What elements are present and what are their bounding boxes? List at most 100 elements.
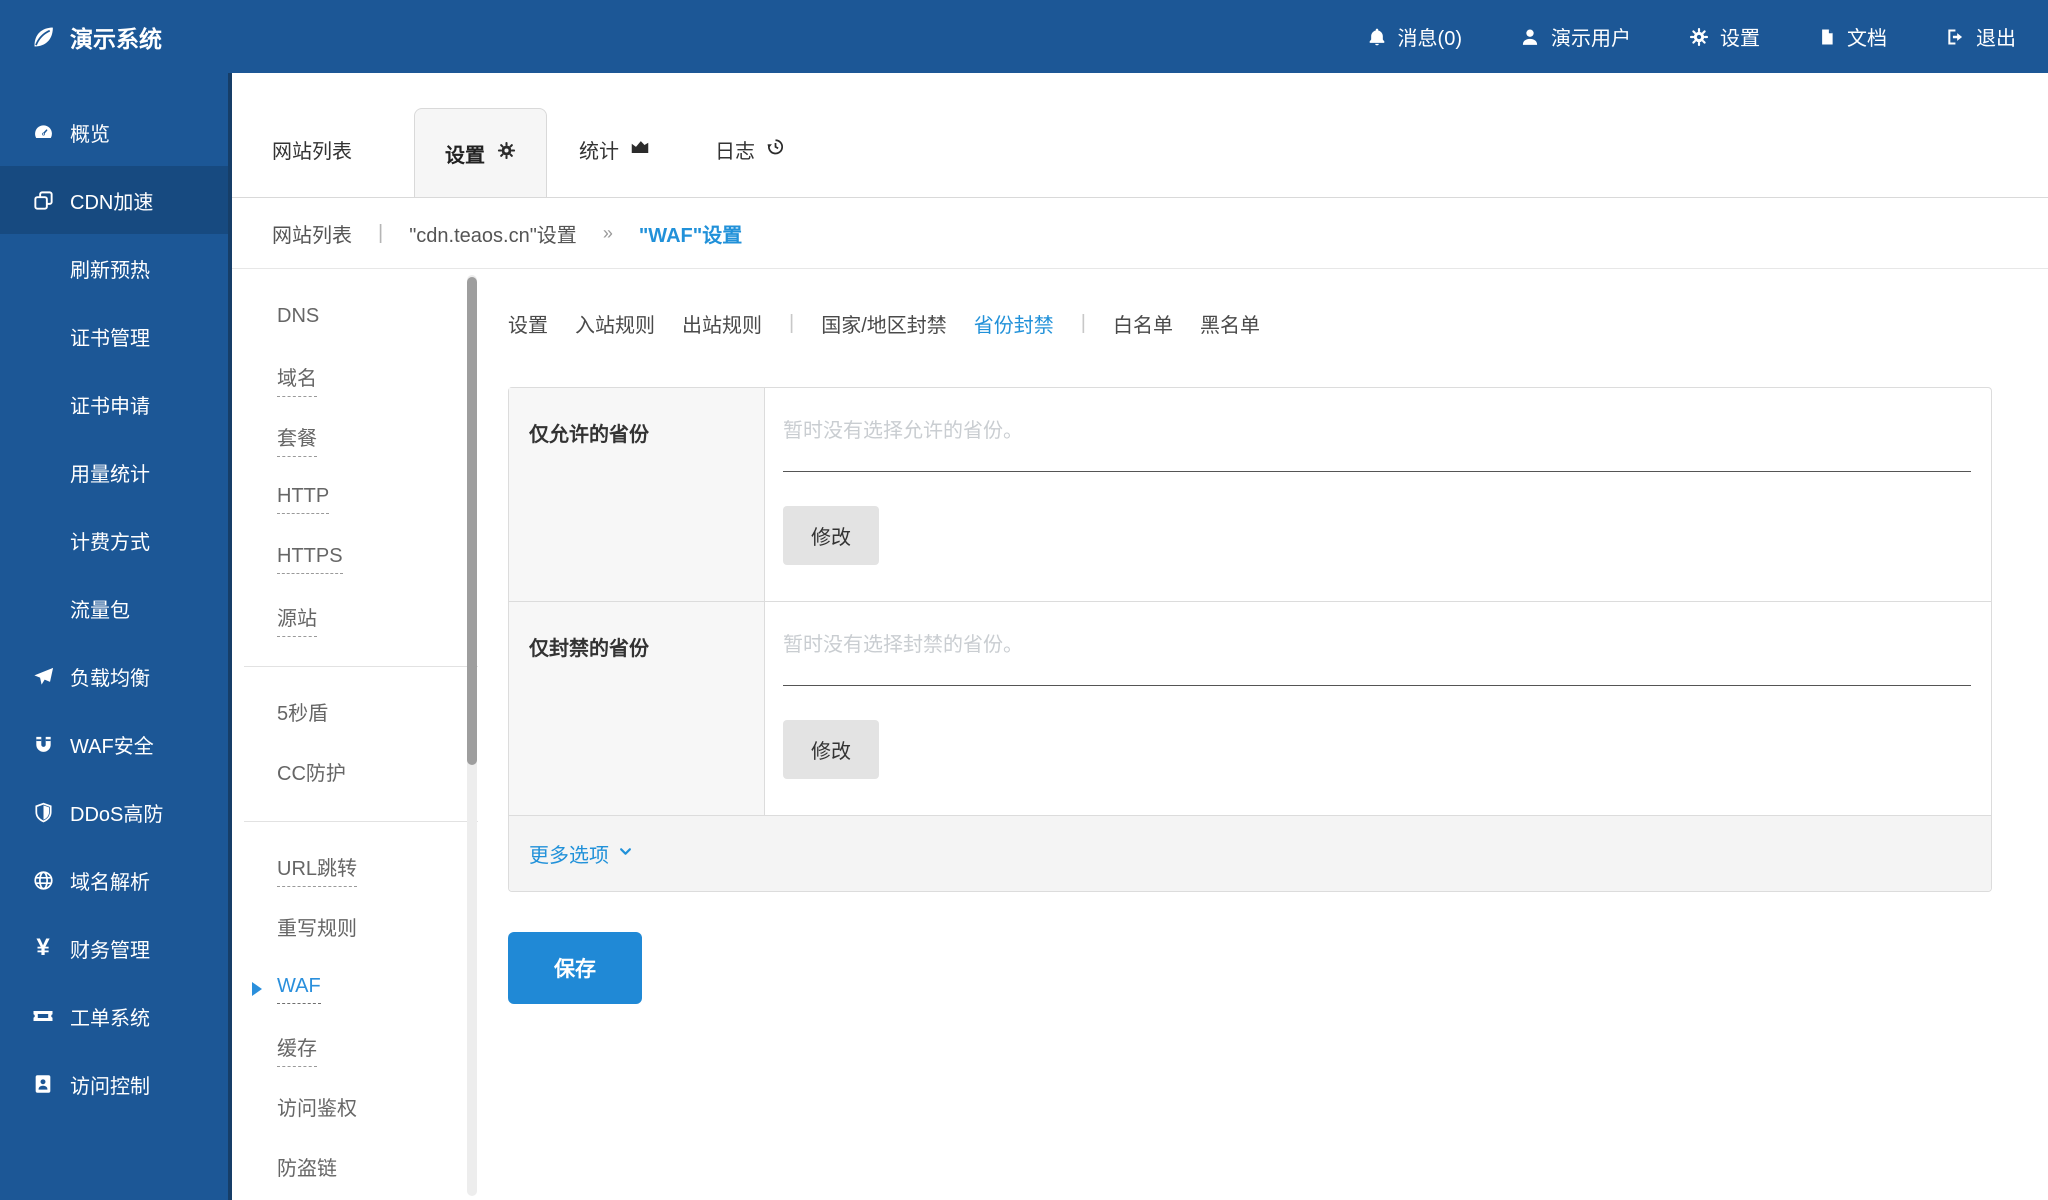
waf-tab-blacklist[interactable]: 黑名单 (1200, 309, 1260, 338)
waf-tabs-separator: | (1081, 312, 1086, 335)
topbar: 演示系统 消息(0) 演示用户 设置 (0, 0, 2048, 73)
breadcrumb-separator: » (603, 223, 613, 244)
bell-icon (1367, 27, 1387, 47)
docs-label: 文档 (1847, 22, 1887, 51)
sidebar-item-label: CDN加速 (70, 186, 153, 215)
tab-label: 统计 (579, 135, 619, 164)
sidebar-item-cert-apply[interactable]: 证书申请 (0, 370, 232, 438)
sidebar-item-finance[interactable]: ¥ 财务管理 (0, 914, 232, 982)
tab-settings[interactable]: 设置 (414, 108, 547, 197)
sidebar-item-waf-security[interactable]: WAF安全 (0, 710, 232, 778)
user-icon (1520, 27, 1540, 47)
dashboard-icon (30, 121, 56, 144)
yen-icon: ¥ (30, 934, 56, 962)
sidebar-item-label: 流量包 (70, 594, 130, 623)
ticket-icon (30, 1004, 56, 1028)
app-root: 演示系统 消息(0) 演示用户 设置 (0, 0, 2048, 1200)
sidebar-item-label: 域名解析 (70, 866, 150, 895)
sidebar-item-label: DDoS高防 (70, 798, 163, 827)
sidebar-item-dns-resolve[interactable]: 域名解析 (0, 846, 232, 914)
sidebar-item-billing[interactable]: 计费方式 (0, 506, 232, 574)
messages-button[interactable]: 消息(0) (1367, 22, 1462, 51)
waf-tab-inbound-rules[interactable]: 入站规则 (575, 309, 655, 338)
blocked-provinces-value: 暂时没有选择封禁的省份。 (783, 628, 1971, 686)
sidebar-item-cdn[interactable]: CDN加速 (0, 166, 232, 234)
waf-tab-settings[interactable]: 设置 (508, 309, 548, 338)
sidebar-item-load-balance[interactable]: 负载均衡 (0, 642, 232, 710)
sidebar-item-label: 工单系统 (70, 1002, 150, 1031)
more-options-label: 更多选项 (529, 839, 609, 868)
breadcrumb-site-list[interactable]: 网站列表 (272, 219, 352, 248)
paper-plane-icon (30, 665, 56, 688)
breadcrumb-waf-settings[interactable]: "WAF"设置 (639, 219, 742, 248)
settings-nav-scrollbar[interactable] (467, 275, 477, 1196)
settings-button[interactable]: 设置 (1689, 22, 1760, 51)
sidebar-item-overview[interactable]: 概览 (0, 98, 232, 166)
sidebar-item-refresh-prewarm[interactable]: 刷新预热 (0, 234, 232, 302)
breadcrumb-domain-settings[interactable]: "cdn.teaos.cn"设置 (409, 219, 577, 248)
sidebar: 概览 CDN加速 刷新预热 证书管理 证书申请 用量统计 计费方式 (0, 73, 232, 1200)
shield-icon (30, 801, 56, 824)
brand-title: 演示系统 (70, 20, 162, 54)
site-tabs: 网站列表 设置 统计 日志 (232, 73, 2048, 198)
area-chart-icon (629, 136, 651, 164)
waf-tab-whitelist[interactable]: 白名单 (1113, 309, 1173, 338)
allowed-provinces-cell: 暂时没有选择允许的省份。 修改 (765, 388, 1991, 601)
waf-panel: 设置 入站规则 出站规则 | 国家/地区封禁 省份封禁 | 白名单 黑名单 仅允… (508, 269, 2048, 1200)
breadcrumb: 网站列表 | "cdn.teaos.cn"设置 » "WAF"设置 (232, 198, 2048, 269)
blocked-provinces-cell: 暂时没有选择封禁的省份。 修改 (765, 602, 1991, 815)
history-icon (765, 136, 786, 163)
topbar-menu: 消息(0) 演示用户 设置 文档 (1367, 22, 2016, 51)
modify-blocked-button[interactable]: 修改 (783, 720, 879, 779)
id-card-icon (30, 1073, 56, 1095)
blocked-provinces-row: 仅封禁的省份 暂时没有选择封禁的省份。 修改 (509, 602, 1991, 816)
allowed-provinces-label: 仅允许的省份 (509, 388, 765, 601)
tab-label: 日志 (715, 135, 755, 164)
globe-icon (30, 869, 56, 892)
sidebar-item-label: 证书管理 (70, 322, 150, 351)
sidebar-item-label: 计费方式 (70, 526, 150, 555)
sidebar-item-ddos[interactable]: DDoS高防 (0, 778, 232, 846)
sidebar-item-label: 刷新预热 (70, 254, 150, 283)
workspace: DNS 域名 套餐 HTTP HTTPS 源站 5秒盾 CC防护 URL跳转 重… (232, 269, 2048, 1200)
tab-site-list[interactable]: 网站列表 (272, 135, 352, 197)
chevron-down-icon (618, 842, 633, 865)
scrollbar-thumb[interactable] (467, 277, 477, 765)
more-options-link[interactable]: 更多选项 (529, 839, 633, 868)
user-label: 演示用户 (1551, 22, 1631, 51)
docs-button[interactable]: 文档 (1818, 22, 1887, 51)
tab-statistics[interactable]: 统计 (579, 135, 651, 197)
waf-tab-country-block[interactable]: 国家/地区封禁 (821, 309, 947, 338)
brand: 演示系统 (30, 20, 162, 54)
waf-tabs-separator: | (789, 312, 794, 335)
gear-icon (497, 141, 516, 166)
user-menu-button[interactable]: 演示用户 (1520, 22, 1631, 51)
sidebar-item-cert-management[interactable]: 证书管理 (0, 302, 232, 370)
more-options-row: 更多选项 (509, 816, 1991, 891)
tab-label: 网站列表 (272, 135, 352, 164)
tab-logs[interactable]: 日志 (715, 135, 786, 197)
sidebar-item-traffic-pack[interactable]: 流量包 (0, 574, 232, 642)
settings-nav: DNS 域名 套餐 HTTP HTTPS 源站 5秒盾 CC防护 URL跳转 重… (232, 269, 508, 1200)
sidebar-item-tickets[interactable]: 工单系统 (0, 982, 232, 1050)
breadcrumb-separator: | (378, 222, 383, 245)
waf-tab-province-block[interactable]: 省份封禁 (974, 309, 1054, 338)
sidebar-item-label: 用量统计 (70, 458, 150, 487)
clone-icon (30, 189, 56, 212)
sidebar-item-usage-stats[interactable]: 用量统计 (0, 438, 232, 506)
main-content: 网站列表 设置 统计 日志 网站列表 (232, 73, 2048, 1200)
sidebar-item-label: WAF安全 (70, 730, 154, 759)
nav-divider (244, 666, 478, 667)
tab-label: 设置 (445, 139, 485, 168)
sidebar-item-label: 概览 (70, 118, 110, 147)
sidebar-item-label: 访问控制 (70, 1070, 150, 1099)
nav-divider (244, 821, 478, 822)
sidebar-item-label: 财务管理 (70, 934, 150, 963)
save-button[interactable]: 保存 (508, 932, 642, 1004)
logout-label: 退出 (1976, 22, 2016, 51)
waf-tab-outbound-rules[interactable]: 出站规则 (682, 309, 762, 338)
modify-allowed-button[interactable]: 修改 (783, 506, 879, 565)
sidebar-item-access-control[interactable]: 访问控制 (0, 1050, 232, 1118)
province-form: 仅允许的省份 暂时没有选择允许的省份。 修改 仅封禁的省份 暂时没有选择封禁的省… (508, 387, 1992, 892)
logout-button[interactable]: 退出 (1945, 22, 2016, 51)
